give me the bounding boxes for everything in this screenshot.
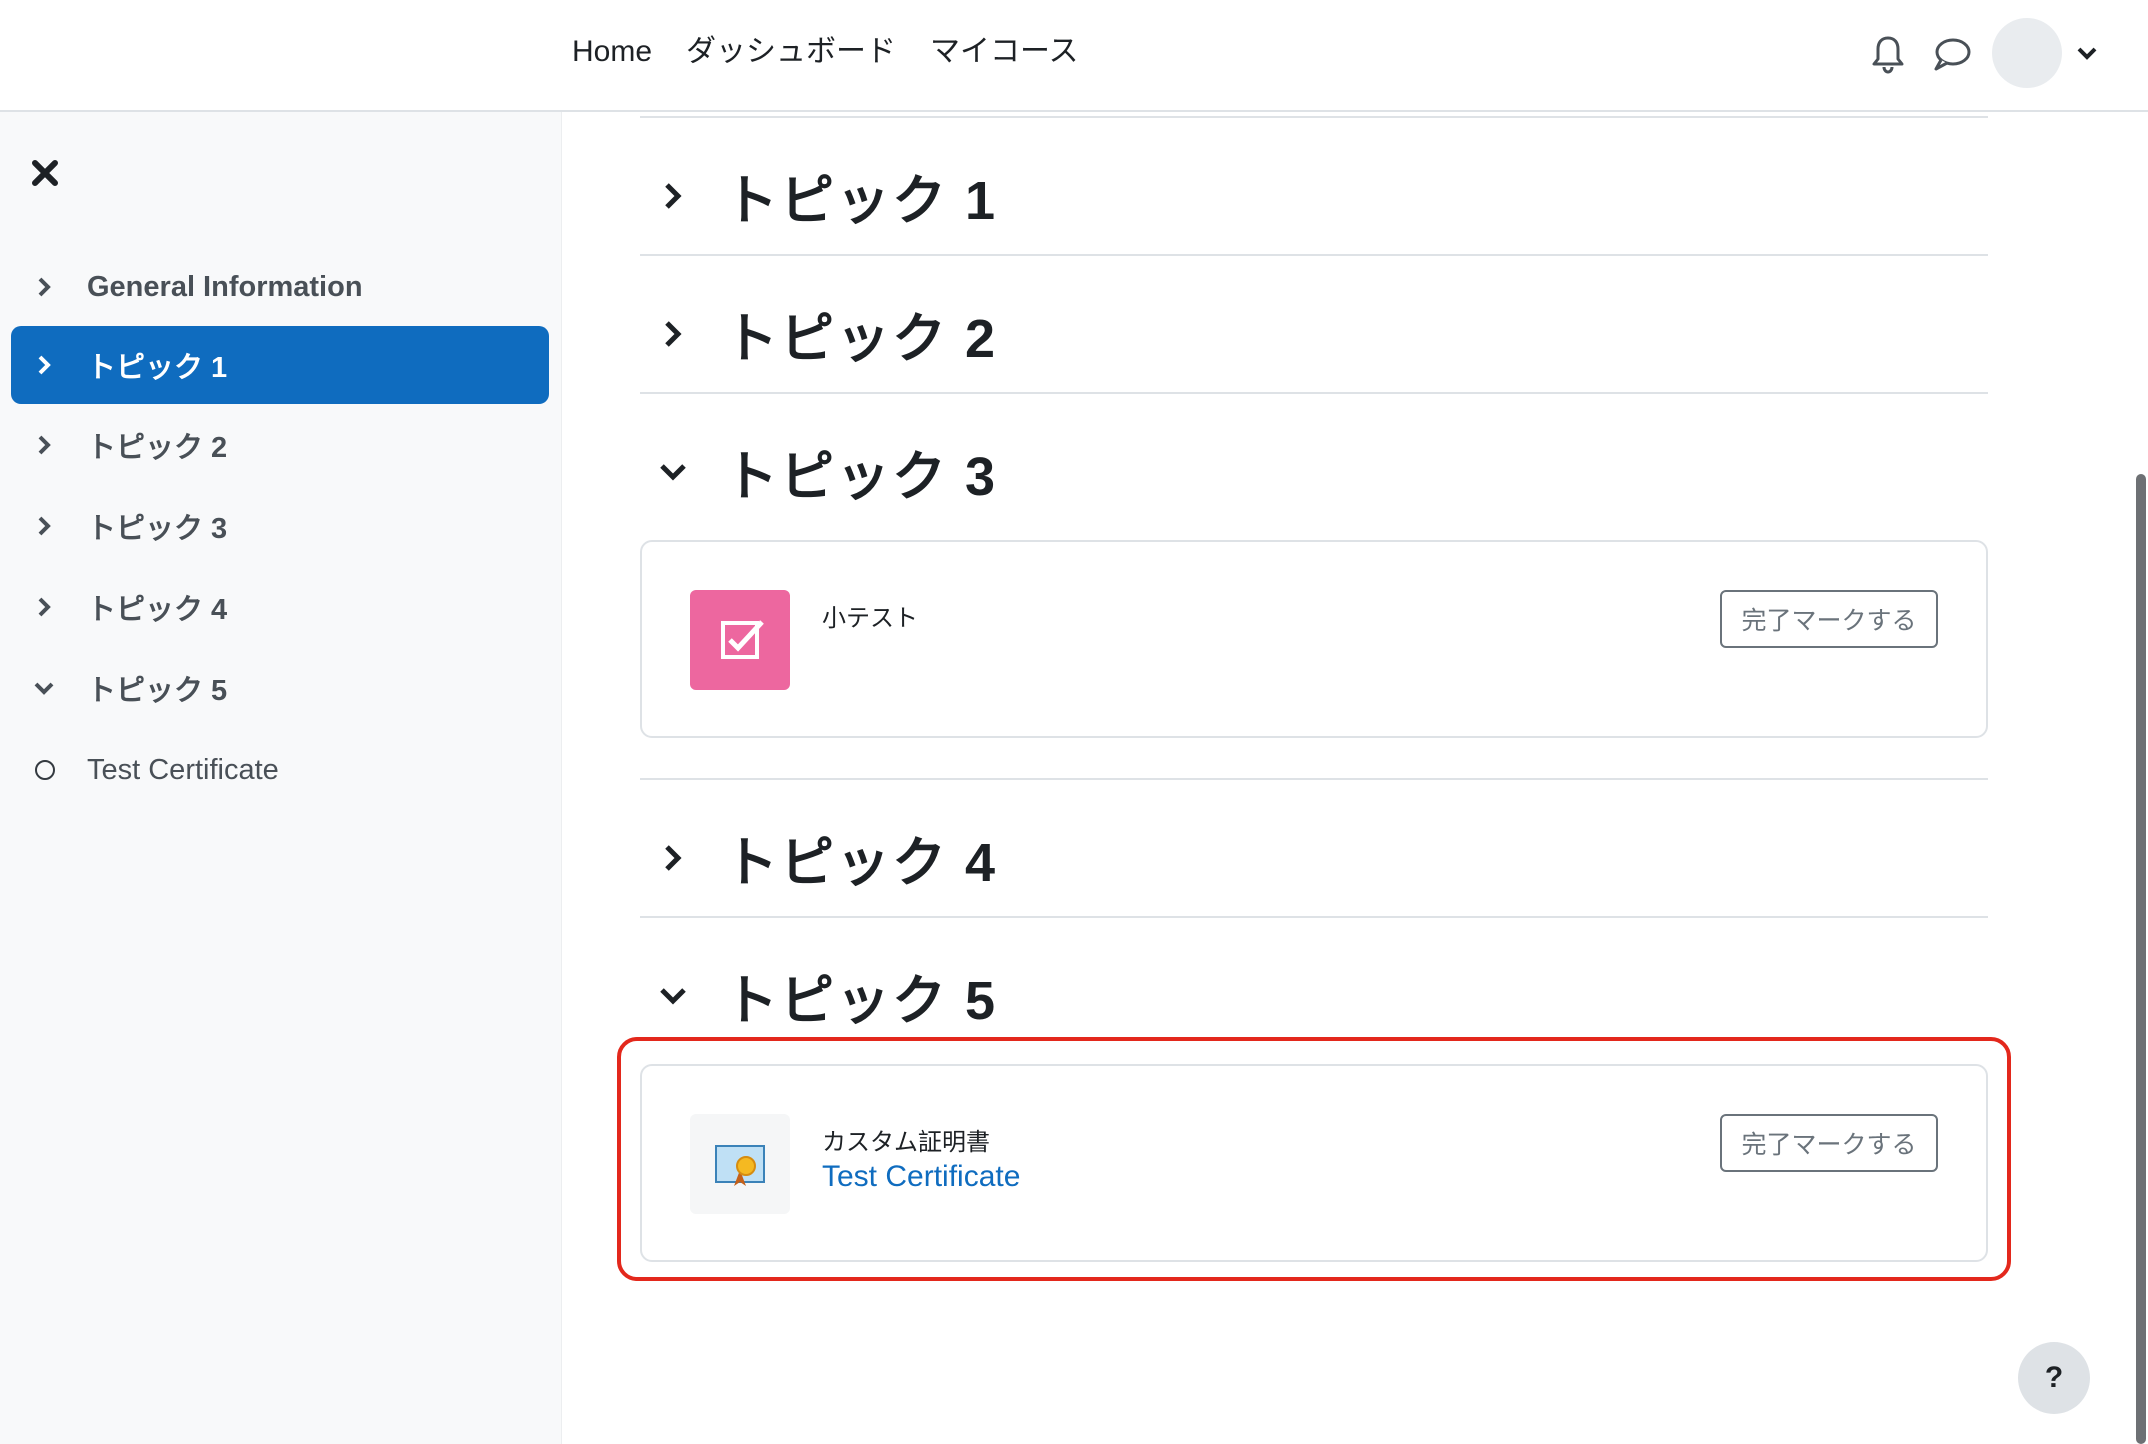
scrollbar[interactable] bbox=[2136, 474, 2146, 1444]
sidebar-item-test-certificate[interactable]: Test Certificate bbox=[11, 731, 549, 809]
highlight-annotation bbox=[617, 1037, 2011, 1281]
chevron-down-icon[interactable] bbox=[658, 981, 688, 1011]
sidebar-item-topic-4[interactable]: トピック 4 bbox=[11, 568, 549, 646]
top-navbar: Home ダッシュボード マイコース bbox=[0, 0, 2148, 112]
quiz-checkbox-icon[interactable] bbox=[690, 590, 790, 690]
sidebar-item-label: トピック 4 bbox=[87, 594, 228, 626]
section-title[interactable]: トピック 3 bbox=[724, 432, 997, 511]
completion-circle-icon bbox=[35, 760, 55, 780]
sidebar-item-label: トピック 2 bbox=[87, 432, 228, 464]
section-topic-4: トピック 4 bbox=[640, 778, 1988, 916]
nav-dashboard-link[interactable]: ダッシュボード bbox=[686, 30, 896, 74]
chevron-right-icon[interactable] bbox=[33, 276, 55, 298]
mark-done-button[interactable]: 完了マークする bbox=[1720, 590, 1938, 648]
primary-navigation: Home ダッシュボード マイコース bbox=[572, 30, 1079, 74]
chevron-down-icon[interactable] bbox=[658, 457, 688, 487]
chevron-right-icon[interactable] bbox=[33, 434, 55, 456]
close-icon[interactable] bbox=[30, 158, 60, 188]
sidebar-item-label: General Information bbox=[87, 270, 363, 303]
chevron-down-icon[interactable] bbox=[33, 677, 55, 699]
nav-home-link[interactable]: Home bbox=[572, 30, 652, 74]
section-title[interactable]: トピック 5 bbox=[724, 956, 997, 1035]
section-topic-2: トピック 2 bbox=[640, 254, 1988, 392]
bell-icon[interactable] bbox=[1870, 34, 1906, 74]
section-topic-3: トピック 3 小テスト 完了マークする bbox=[640, 392, 1988, 778]
sidebar-item-topic-5[interactable]: トピック 5 bbox=[11, 649, 549, 727]
chevron-right-icon[interactable] bbox=[33, 515, 55, 537]
section-title[interactable]: トピック 1 bbox=[724, 156, 997, 235]
help-button[interactable]: ? bbox=[2018, 1342, 2090, 1414]
section-topic-1: トピック 1 bbox=[640, 116, 1988, 254]
sidebar-item-label: Test Certificate bbox=[87, 753, 279, 786]
course-index-drawer: General Information トピック 1 トピック 2 トピック 3… bbox=[0, 112, 562, 1444]
activity-card-quiz: 小テスト 完了マークする bbox=[640, 540, 1988, 738]
section-title[interactable]: トピック 2 bbox=[724, 294, 997, 373]
chevron-right-icon[interactable] bbox=[658, 843, 688, 873]
chevron-right-icon[interactable] bbox=[33, 354, 55, 376]
section-title[interactable]: トピック 4 bbox=[724, 818, 997, 897]
sidebar-item-topic-2[interactable]: トピック 2 bbox=[11, 406, 549, 484]
chevron-down-icon[interactable] bbox=[2076, 42, 2098, 64]
chevron-right-icon[interactable] bbox=[658, 319, 688, 349]
sidebar-item-label: トピック 5 bbox=[87, 675, 228, 707]
sidebar-item-topic-3[interactable]: トピック 3 bbox=[11, 487, 549, 565]
chevron-right-icon[interactable] bbox=[658, 181, 688, 211]
sidebar-item-topic-1[interactable]: トピック 1 bbox=[11, 326, 549, 404]
sidebar-item-general-information[interactable]: General Information bbox=[11, 248, 549, 326]
nav-my-courses-link[interactable]: マイコース bbox=[930, 30, 1079, 74]
chat-bubble-icon[interactable] bbox=[1932, 36, 1972, 72]
activity-type: 小テスト bbox=[822, 605, 918, 632]
sidebar-item-label: トピック 3 bbox=[87, 513, 228, 545]
sidebar-item-label: トピック 1 bbox=[87, 352, 228, 384]
chevron-right-icon[interactable] bbox=[33, 596, 55, 618]
user-avatar[interactable] bbox=[1992, 18, 2062, 88]
